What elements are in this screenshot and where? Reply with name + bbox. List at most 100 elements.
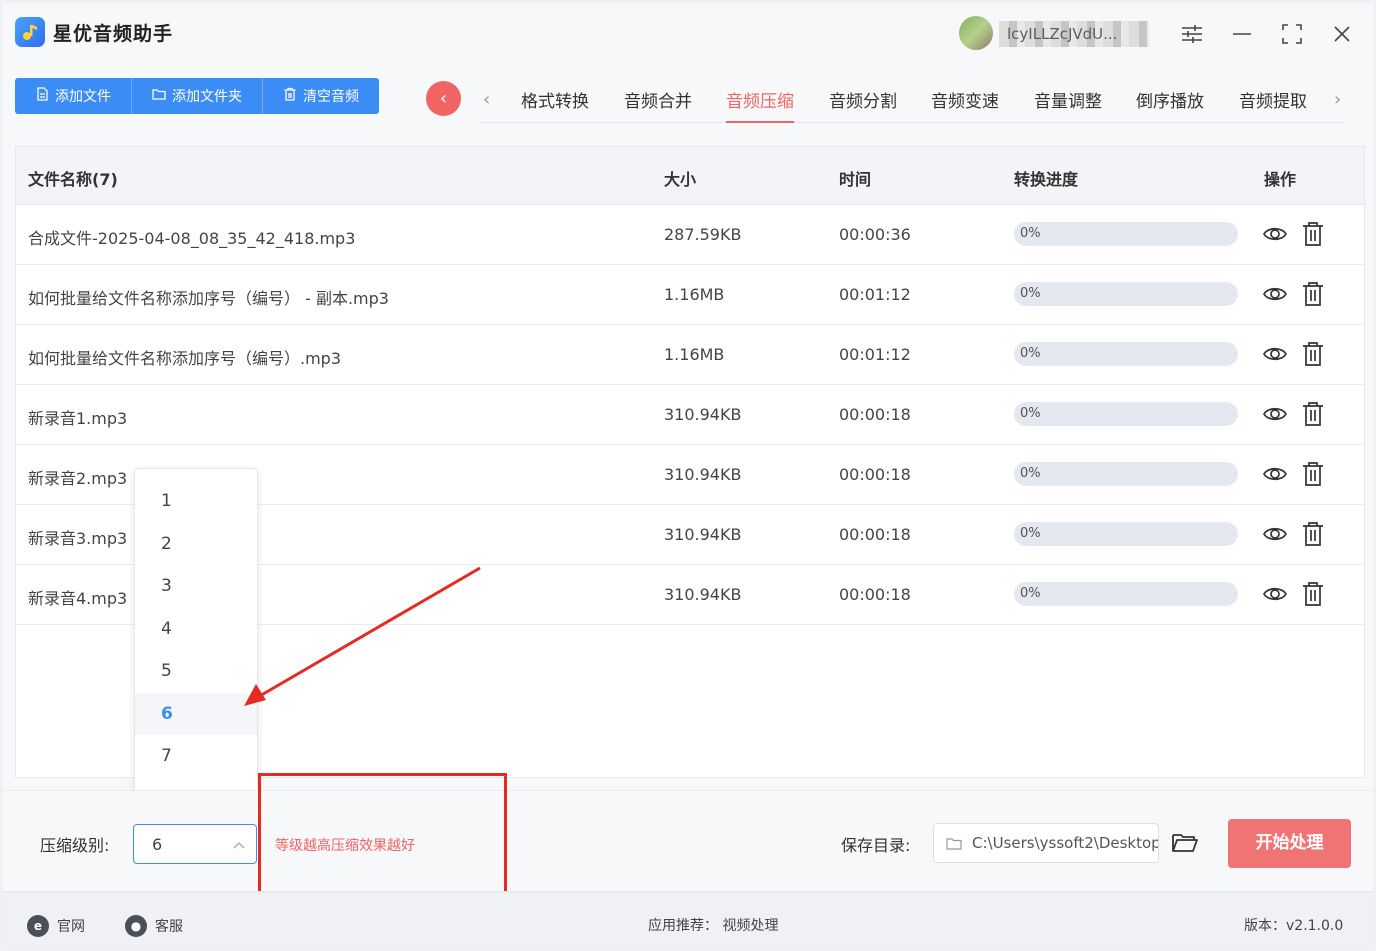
dropdown-option[interactable]: 2 — [135, 523, 257, 565]
username[interactable]: lcyILLZcJVdU... — [999, 21, 1149, 47]
clear-audio-label: 清空音频 — [303, 89, 359, 105]
app-logo-icon — [15, 17, 45, 47]
progress-text: 0% — [1020, 526, 1041, 541]
dropdown-option[interactable]: 3 — [135, 565, 257, 607]
eye-icon[interactable] — [1262, 583, 1288, 605]
tab-audio-compress[interactable]: 音频压缩 — [726, 87, 794, 123]
version-label: 版本：v2.1.0.0 — [1244, 918, 1344, 934]
app-window: 星优音频助手 lcyILLZcJVdU... 添加文件 添加文件夹 清空音频 ‹… — [3, 3, 1373, 948]
tab-audio-merge[interactable]: 音频合并 — [624, 87, 692, 112]
delete-icon[interactable] — [1302, 341, 1324, 367]
compression-level-select[interactable]: 6 — [133, 824, 257, 864]
trash-icon — [283, 87, 297, 105]
header-name: 文件名称(7) — [28, 170, 118, 189]
file-size: 310.94KB — [664, 585, 742, 604]
folder-icon — [152, 87, 166, 105]
compression-level-label: 压缩级别: — [40, 836, 110, 855]
tab-audio-speed[interactable]: 音频变速 — [931, 87, 999, 112]
compression-hint: 等级越高压缩效果越好 — [275, 838, 415, 854]
delete-icon[interactable] — [1302, 521, 1324, 547]
add-folder-button[interactable]: 添加文件夹 — [132, 78, 263, 114]
file-button-group: 添加文件 添加文件夹 清空音频 — [15, 78, 379, 114]
minimize-icon[interactable] — [1227, 19, 1257, 49]
dropdown-option[interactable]: 7 — [135, 735, 257, 777]
footer: e 官网 ● 客服 应用推荐： 视频处理 版本：v2.1.0.0 — [3, 891, 1373, 948]
delete-icon[interactable] — [1302, 281, 1324, 307]
file-name: 如何批量给文件名称添加序号（编号） - 副本.mp3 — [28, 289, 389, 308]
save-path-input[interactable]: C:\Users\yssoft2\Desktop — [933, 823, 1159, 863]
tab-reverse-play[interactable]: 倒序播放 — [1136, 87, 1204, 112]
progress-bar: 0% — [1014, 282, 1238, 306]
tab-volume-adjust[interactable]: 音量调整 — [1034, 87, 1102, 112]
eye-icon[interactable] — [1262, 523, 1288, 545]
progress-text: 0% — [1020, 466, 1041, 481]
tab-scroll-left-icon[interactable]: ‹ — [483, 89, 490, 110]
website-link[interactable]: e 官网 — [27, 915, 85, 937]
file-size: 1.16MB — [664, 345, 725, 364]
file-size: 310.94KB — [664, 465, 742, 484]
table-row[interactable]: 新录音1.mp3 310.94KB 00:00:18 0% — [16, 385, 1364, 445]
eye-icon[interactable] — [1262, 223, 1288, 245]
settings-icon[interactable] — [1177, 19, 1207, 49]
file-name: 新录音4.mp3 — [28, 589, 128, 608]
back-icon[interactable]: ‹ — [426, 81, 461, 116]
eye-icon[interactable] — [1262, 403, 1288, 425]
progress-bar: 0% — [1014, 342, 1238, 366]
file-name: 合成文件-2025-04-08_08_35_42_418.mp3 — [28, 229, 356, 248]
progress-bar: 0% — [1014, 582, 1238, 606]
feature-tabs: ‹ 格式转换 音频合并 音频压缩 音频分割 音频变速 音量调整 倒序播放 音频提… — [479, 79, 1345, 123]
table-row[interactable]: 合成文件-2025-04-08_08_35_42_418.mp3 287.59K… — [16, 205, 1364, 265]
file-duration: 00:01:12 — [839, 285, 911, 304]
delete-icon[interactable] — [1302, 461, 1324, 487]
table-row[interactable]: 如何批量给文件名称添加序号（编号）.mp3 1.16MB 00:01:12 0% — [16, 325, 1364, 385]
clear-audio-button[interactable]: 清空音频 — [263, 78, 379, 114]
tab-audio-split[interactable]: 音频分割 — [829, 87, 897, 112]
eye-icon[interactable] — [1262, 463, 1288, 485]
dropdown-option[interactable]: 4 — [135, 608, 257, 650]
file-name: 新录音2.mp3 — [28, 469, 128, 488]
save-path-value: C:\Users\yssoft2\Desktop — [972, 834, 1159, 852]
add-folder-label: 添加文件夹 — [172, 89, 242, 105]
file-duration: 00:00:18 — [839, 525, 911, 544]
progress-bar: 0% — [1014, 402, 1238, 426]
file-size: 310.94KB — [664, 405, 742, 424]
browser-icon: e — [27, 915, 49, 937]
compression-level-dropdown: 12345678 — [134, 468, 258, 806]
header-ops: 操作 — [1264, 170, 1297, 189]
progress-text: 0% — [1020, 586, 1041, 601]
progress-text: 0% — [1020, 406, 1041, 421]
app-recommend[interactable]: 应用推荐： 视频处理 — [648, 915, 778, 935]
progress-bar: 0% — [1014, 462, 1238, 486]
file-size: 1.16MB — [664, 285, 725, 304]
add-file-button[interactable]: 添加文件 — [15, 78, 132, 114]
folder-outline-icon — [946, 836, 962, 855]
delete-icon[interactable] — [1302, 401, 1324, 427]
recommend-label: 应用推荐： 视频处理 — [648, 918, 779, 934]
file-duration: 00:00:18 — [839, 405, 911, 424]
delete-icon[interactable] — [1302, 221, 1324, 247]
title-bar: 星优音频助手 lcyILLZcJVdU... — [3, 3, 1373, 63]
start-process-button[interactable]: 开始处理 — [1228, 819, 1351, 868]
progress-bar: 0% — [1014, 222, 1238, 246]
close-icon[interactable] — [1327, 19, 1357, 49]
delete-icon[interactable] — [1302, 581, 1324, 607]
eye-icon[interactable] — [1262, 343, 1288, 365]
file-size: 287.59KB — [664, 225, 742, 244]
tab-format-convert[interactable]: 格式转换 — [521, 87, 589, 112]
open-folder-icon[interactable] — [1170, 827, 1200, 857]
dropdown-option[interactable]: 1 — [135, 480, 257, 522]
support-link[interactable]: ● 客服 — [125, 915, 183, 937]
avatar[interactable] — [959, 16, 993, 50]
support-label: 客服 — [155, 919, 183, 935]
dropdown-option[interactable]: 5 — [135, 650, 257, 692]
progress-text: 0% — [1020, 226, 1041, 241]
tab-audio-extract[interactable]: 音频提取 — [1239, 87, 1307, 112]
dropdown-option[interactable]: 6 — [135, 692, 257, 735]
tab-scroll-right-icon[interactable]: › — [1334, 89, 1341, 110]
file-duration: 00:00:18 — [839, 465, 911, 484]
eye-icon[interactable] — [1262, 283, 1288, 305]
maximize-icon[interactable] — [1277, 19, 1307, 49]
website-label: 官网 — [57, 919, 85, 935]
progress-text: 0% — [1020, 346, 1041, 361]
table-row[interactable]: 如何批量给文件名称添加序号（编号） - 副本.mp3 1.16MB 00:01:… — [16, 265, 1364, 325]
